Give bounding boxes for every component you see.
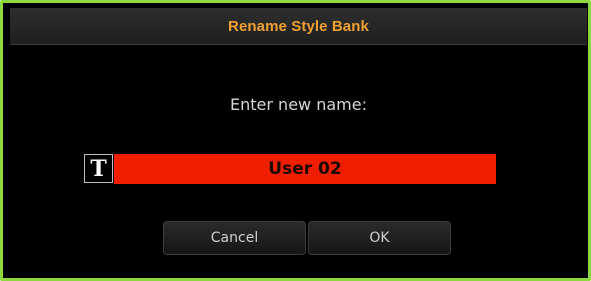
dialog-title: Rename Style Bank	[228, 17, 369, 35]
name-input-value: User 02	[268, 159, 342, 179]
rename-style-bank-dialog: Rename Style Bank Enter new name: T User…	[0, 0, 591, 281]
ok-button[interactable]: OK	[308, 221, 451, 255]
name-input-field[interactable]: User 02	[114, 154, 496, 184]
text-input-icon[interactable]: T	[84, 154, 113, 183]
text-icon-glyph: T	[90, 155, 107, 182]
dialog-title-bar: Rename Style Bank	[10, 8, 587, 45]
cancel-button[interactable]: Cancel	[163, 221, 306, 255]
prompt-label: Enter new name:	[230, 95, 367, 114]
